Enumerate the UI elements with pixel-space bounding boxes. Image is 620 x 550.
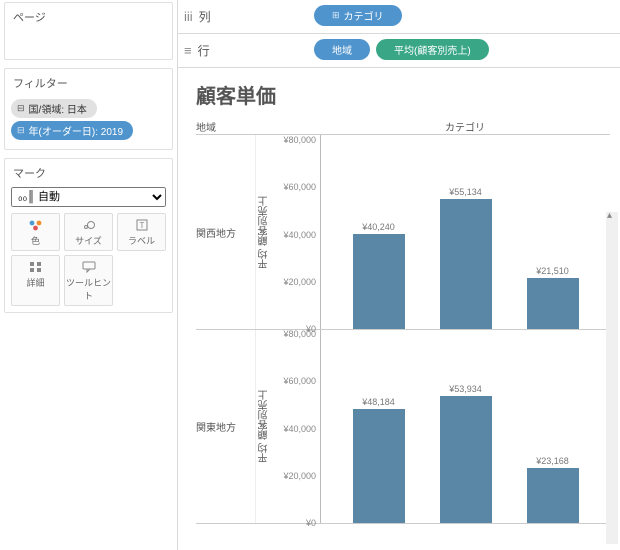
row-header: 地域 bbox=[196, 119, 256, 134]
pill-地域[interactable]: 地域 bbox=[314, 39, 370, 60]
viz-title: 顧客単価 bbox=[196, 80, 610, 109]
svg-text:T: T bbox=[139, 221, 144, 230]
bar[interactable]: ¥53,934 bbox=[440, 384, 492, 523]
chart-row: 関東地方平均 顧客別売上¥0¥20,000¥40,000¥60,000¥80,0… bbox=[196, 329, 610, 524]
plot-area: ¥48,184 ¥53,934 ¥23,168 bbox=[320, 330, 610, 523]
mark-color-button[interactable]: 色 bbox=[11, 213, 60, 251]
mark-tooltip-button[interactable]: ツールヒント bbox=[64, 255, 113, 306]
plot-area: ¥40,240 ¥55,134 ¥21,510 bbox=[320, 135, 610, 329]
columns-icon: iii bbox=[184, 9, 193, 24]
chart-row: 関西地方平均 顧客別売上¥0¥20,000¥40,000¥60,000¥80,0… bbox=[196, 134, 610, 329]
bar[interactable]: ¥48,184 bbox=[353, 397, 405, 523]
bar-value-label: ¥40,240 bbox=[362, 222, 395, 232]
bar-value-label: ¥55,134 bbox=[449, 187, 482, 197]
bar-value-label: ¥21,510 bbox=[536, 266, 569, 276]
bar[interactable]: ¥55,134 bbox=[440, 187, 492, 329]
rows-shelf[interactable]: ≡行 地域平均(顧客別売上) bbox=[178, 34, 620, 68]
visualization: 顧客単価 地域 カテゴリ 関西地方平均 顧客別売上¥0¥20,000¥40,00… bbox=[178, 68, 620, 550]
col-header: カテゴリ bbox=[320, 119, 610, 134]
bar[interactable]: ¥21,510 bbox=[527, 266, 579, 329]
pill-国/領域: 日本[interactable]: ⊟国/領域: 日本 bbox=[11, 99, 97, 118]
bar-value-label: ¥48,184 bbox=[362, 397, 395, 407]
row-label: 関西地方 bbox=[196, 135, 256, 329]
pages-title: ページ bbox=[5, 3, 172, 31]
mark-label-button[interactable]: T ラベル bbox=[117, 213, 166, 251]
filters-panel: フィルター ⊟国/領域: 日本⊟年(オーダー日): 2019 bbox=[4, 68, 173, 150]
mark-size-button[interactable]: サイズ bbox=[64, 213, 113, 251]
pill-年(オーダー日): 2019[interactable]: ⊟年(オーダー日): 2019 bbox=[11, 121, 133, 140]
mark-detail-button[interactable]: 詳細 bbox=[11, 255, 60, 306]
vertical-scrollbar[interactable] bbox=[606, 212, 618, 544]
marks-panel: マーク ₀₀║ 自動 色 サイズ T ラベル 詳細 ツールヒント bbox=[4, 158, 173, 313]
pages-panel: ページ bbox=[4, 2, 173, 60]
y-ticks: ¥0¥20,000¥40,000¥60,000¥80,000 bbox=[272, 330, 320, 523]
pill-field-icon: ⊞ bbox=[332, 10, 340, 21]
marks-title: マーク bbox=[5, 159, 172, 187]
pill-平均(顧客別売上)[interactable]: 平均(顧客別売上) bbox=[376, 39, 489, 60]
filters-title: フィルター bbox=[5, 69, 172, 97]
columns-shelf[interactable]: iii列 ⊞カテゴリ bbox=[178, 0, 620, 34]
row-label: 関東地方 bbox=[196, 330, 256, 523]
y-ticks: ¥0¥20,000¥40,000¥60,000¥80,000 bbox=[272, 135, 320, 329]
bar-value-label: ¥23,168 bbox=[536, 456, 569, 466]
y-axis-label: 平均 顧客別売上 bbox=[257, 196, 272, 269]
rows-icon: ≡ bbox=[184, 43, 192, 58]
pill-icon: ⊟ bbox=[17, 103, 25, 114]
pill-icon: ⊟ bbox=[17, 125, 25, 136]
y-axis-label: 平均 顧客別売上 bbox=[257, 390, 272, 463]
mark-type-select[interactable]: ₀₀║ 自動 bbox=[11, 187, 166, 207]
bar[interactable]: ¥40,240 bbox=[353, 222, 405, 329]
bar[interactable]: ¥23,168 bbox=[527, 456, 579, 523]
bar-value-label: ¥53,934 bbox=[449, 384, 482, 394]
pill-カテゴリ[interactable]: ⊞カテゴリ bbox=[314, 5, 402, 26]
